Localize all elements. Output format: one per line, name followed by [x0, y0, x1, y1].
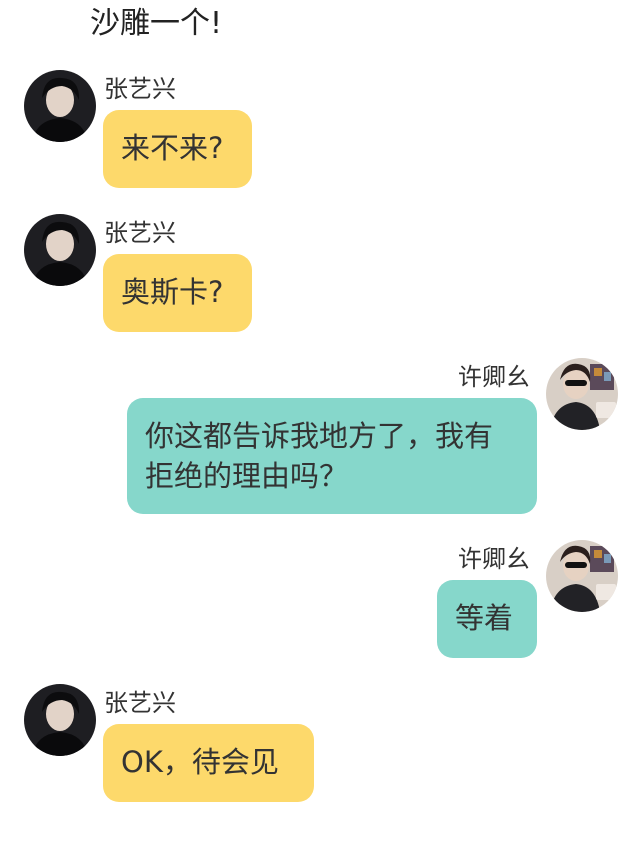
previous-message-text: 沙雕一个! — [90, 6, 223, 41]
sender-name: 许卿幺 — [458, 363, 530, 391]
avatar-photo-icon — [546, 358, 618, 430]
avatar-right[interactable] — [546, 358, 618, 430]
avatar-left[interactable] — [24, 684, 96, 756]
message-bubble[interactable]: 奥斯卡? — [103, 254, 252, 332]
sender-name: 张艺兴 — [104, 75, 176, 103]
avatar-left[interactable] — [24, 70, 96, 142]
message-bubble[interactable]: OK，待会见 — [103, 724, 314, 802]
message-bubble[interactable]: 等着 — [437, 580, 537, 658]
avatar-photo-icon — [546, 540, 618, 612]
avatar-right[interactable] — [546, 540, 618, 612]
message-bubble[interactable]: 你这都告诉我地方了，我有拒绝的理由吗？ — [127, 398, 537, 514]
sender-name: 张艺兴 — [104, 219, 176, 247]
avatar-photo-icon — [24, 70, 96, 142]
avatar-left[interactable] — [24, 214, 96, 286]
avatar-photo-icon — [24, 214, 96, 286]
sender-name: 许卿幺 — [458, 545, 530, 573]
avatar-photo-icon — [24, 684, 96, 756]
message-bubble[interactable]: 来不来? — [103, 110, 252, 188]
sender-name: 张艺兴 — [104, 689, 176, 717]
